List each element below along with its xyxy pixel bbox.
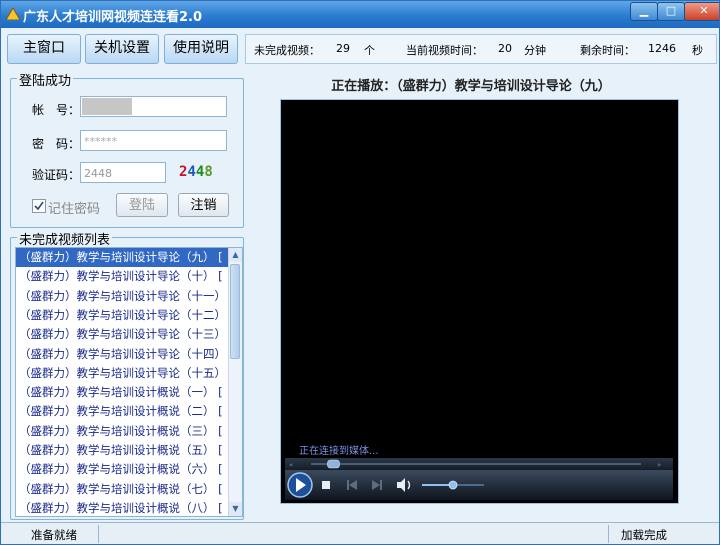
remember-label[interactable]: 记住密码 bbox=[48, 198, 100, 217]
login-button[interactable]: 登陆 bbox=[116, 193, 168, 217]
minimize-button[interactable]: ▁ bbox=[630, 2, 658, 21]
list-item[interactable]: （盛群力）教学与培训设计概说（五） [ bbox=[16, 441, 230, 460]
help-button[interactable]: 使用说明 bbox=[164, 34, 238, 64]
seek-track: « » bbox=[289, 459, 661, 469]
svg-text:»: » bbox=[657, 461, 661, 469]
list-item[interactable]: （盛群力）教学与培训设计概说（一） [ bbox=[16, 383, 230, 402]
scroll-down-icon[interactable]: ▼ bbox=[229, 502, 242, 516]
password-field[interactable]: ****** bbox=[80, 130, 227, 151]
captcha-field[interactable]: 2448 bbox=[80, 162, 166, 183]
captcha-label: 验证码： bbox=[32, 168, 81, 182]
current-time-label: 当前视频时间： bbox=[406, 44, 483, 57]
list-item[interactable]: （盛群力）教学与培训设计概说（六） [ bbox=[16, 460, 230, 479]
scroll-thumb[interactable] bbox=[230, 264, 240, 359]
account-label: 帐 号： bbox=[32, 103, 81, 117]
app-icon bbox=[6, 8, 20, 20]
info-bar: 未完成视频： 29 个 当前视频时间： 20 分钟 剩余时间： 1246 秒 bbox=[245, 34, 717, 64]
status-bar: 准备就绪 加载完成 bbox=[1, 522, 719, 544]
account-redaction bbox=[82, 98, 132, 115]
window-title: 广东人才培训网视频连连看2.0 bbox=[23, 10, 203, 25]
status-separator bbox=[98, 525, 99, 543]
close-button[interactable]: ✕ bbox=[684, 2, 719, 21]
now-playing-title: 正在播放：（盛群力）教学与培训设计导论（九） bbox=[331, 79, 611, 94]
volume-icon[interactable] bbox=[397, 478, 411, 492]
list-item[interactable]: （盛群力）教学与培训设计导论（九） [ bbox=[16, 248, 230, 267]
login-group-title: 登陆成功 bbox=[17, 70, 74, 89]
captcha-digit: 4 bbox=[187, 164, 196, 180]
remaining-unit: 秒 bbox=[692, 44, 703, 57]
list-scrollbar[interactable]: ▲ ▼ bbox=[228, 248, 242, 516]
previous-icon[interactable] bbox=[347, 480, 357, 490]
remaining-label: 剩余时间： bbox=[580, 44, 635, 57]
main-window-button[interactable]: 主窗口 bbox=[7, 34, 81, 64]
volume-slider[interactable] bbox=[422, 480, 484, 490]
media-player[interactable]: 正在连接到媒体... « » bbox=[280, 99, 679, 504]
list-item[interactable]: （盛群力）教学与培训设计概说（七） [ bbox=[16, 480, 230, 499]
current-time-value: 20 bbox=[498, 42, 512, 55]
status-left: 准备就绪 bbox=[31, 528, 77, 542]
svg-text:«: « bbox=[289, 461, 293, 469]
video-list-title: 未完成视频列表 bbox=[17, 229, 113, 248]
list-item[interactable]: （盛群力）教学与培训设计导论（十） [ bbox=[16, 267, 230, 286]
list-item[interactable]: （盛群力）教学与培训设计导论（十二） bbox=[16, 306, 230, 325]
play-icon[interactable] bbox=[287, 472, 313, 498]
shutdown-settings-button[interactable]: 关机设置 bbox=[85, 34, 159, 64]
list-item[interactable]: （盛群力）教学与培训设计概说（三） [ bbox=[16, 422, 230, 441]
status-separator bbox=[608, 525, 609, 543]
scroll-up-icon[interactable]: ▲ bbox=[229, 248, 242, 262]
list-item[interactable]: （盛群力）教学与培训设计概说（二） [ bbox=[16, 402, 230, 421]
list-item[interactable]: （盛群力）教学与培训设计概说（八） [ bbox=[16, 499, 230, 516]
captcha-digit: 8 bbox=[204, 164, 213, 180]
title-bar: 广东人才培训网视频连连看2.0 ▁ □ ✕ bbox=[1, 1, 719, 28]
list-item[interactable]: （盛群力）教学与培训设计导论（十三） bbox=[16, 325, 230, 344]
logout-button[interactable]: 注销 bbox=[178, 193, 229, 217]
stop-icon[interactable] bbox=[322, 481, 330, 489]
next-icon[interactable] bbox=[372, 480, 382, 490]
incomplete-value: 29 bbox=[336, 42, 350, 55]
incomplete-unit: 个 bbox=[364, 44, 375, 57]
remaining-value: 1246 bbox=[648, 42, 676, 55]
control-bar bbox=[285, 470, 673, 500]
app-window: 广东人才培训网视频连连看2.0 ▁ □ ✕ 主窗口 关机设置 使用说明 未完成视… bbox=[0, 0, 720, 545]
video-list[interactable]: （盛群力）教学与培训设计导论（九） [（盛群力）教学与培训设计导论（十） [（盛… bbox=[15, 247, 243, 517]
list-item[interactable]: （盛群力）教学与培训设计导论（十五） bbox=[16, 364, 230, 383]
status-right: 加载完成 bbox=[621, 528, 667, 542]
remember-checkbox[interactable] bbox=[32, 199, 46, 213]
account-field[interactable] bbox=[80, 96, 227, 117]
captcha-image[interactable]: 2448 bbox=[179, 164, 213, 180]
seek-bar[interactable]: « » bbox=[285, 458, 673, 470]
list-item[interactable]: （盛群力）教学与培训设计导论（十一） bbox=[16, 287, 230, 306]
maximize-button[interactable]: □ bbox=[657, 2, 685, 21]
login-group: 登陆成功 帐 号： 密 码： ****** 验证码： 2448 2448 记住密… bbox=[10, 70, 244, 228]
password-label: 密 码： bbox=[32, 137, 81, 151]
incomplete-label: 未完成视频： bbox=[254, 44, 320, 57]
player-status: 正在连接到媒体... bbox=[299, 446, 379, 457]
current-time-unit: 分钟 bbox=[524, 44, 546, 57]
checkmark-icon bbox=[34, 201, 44, 211]
list-item[interactable]: （盛群力）教学与培训设计导论（十四） bbox=[16, 345, 230, 364]
